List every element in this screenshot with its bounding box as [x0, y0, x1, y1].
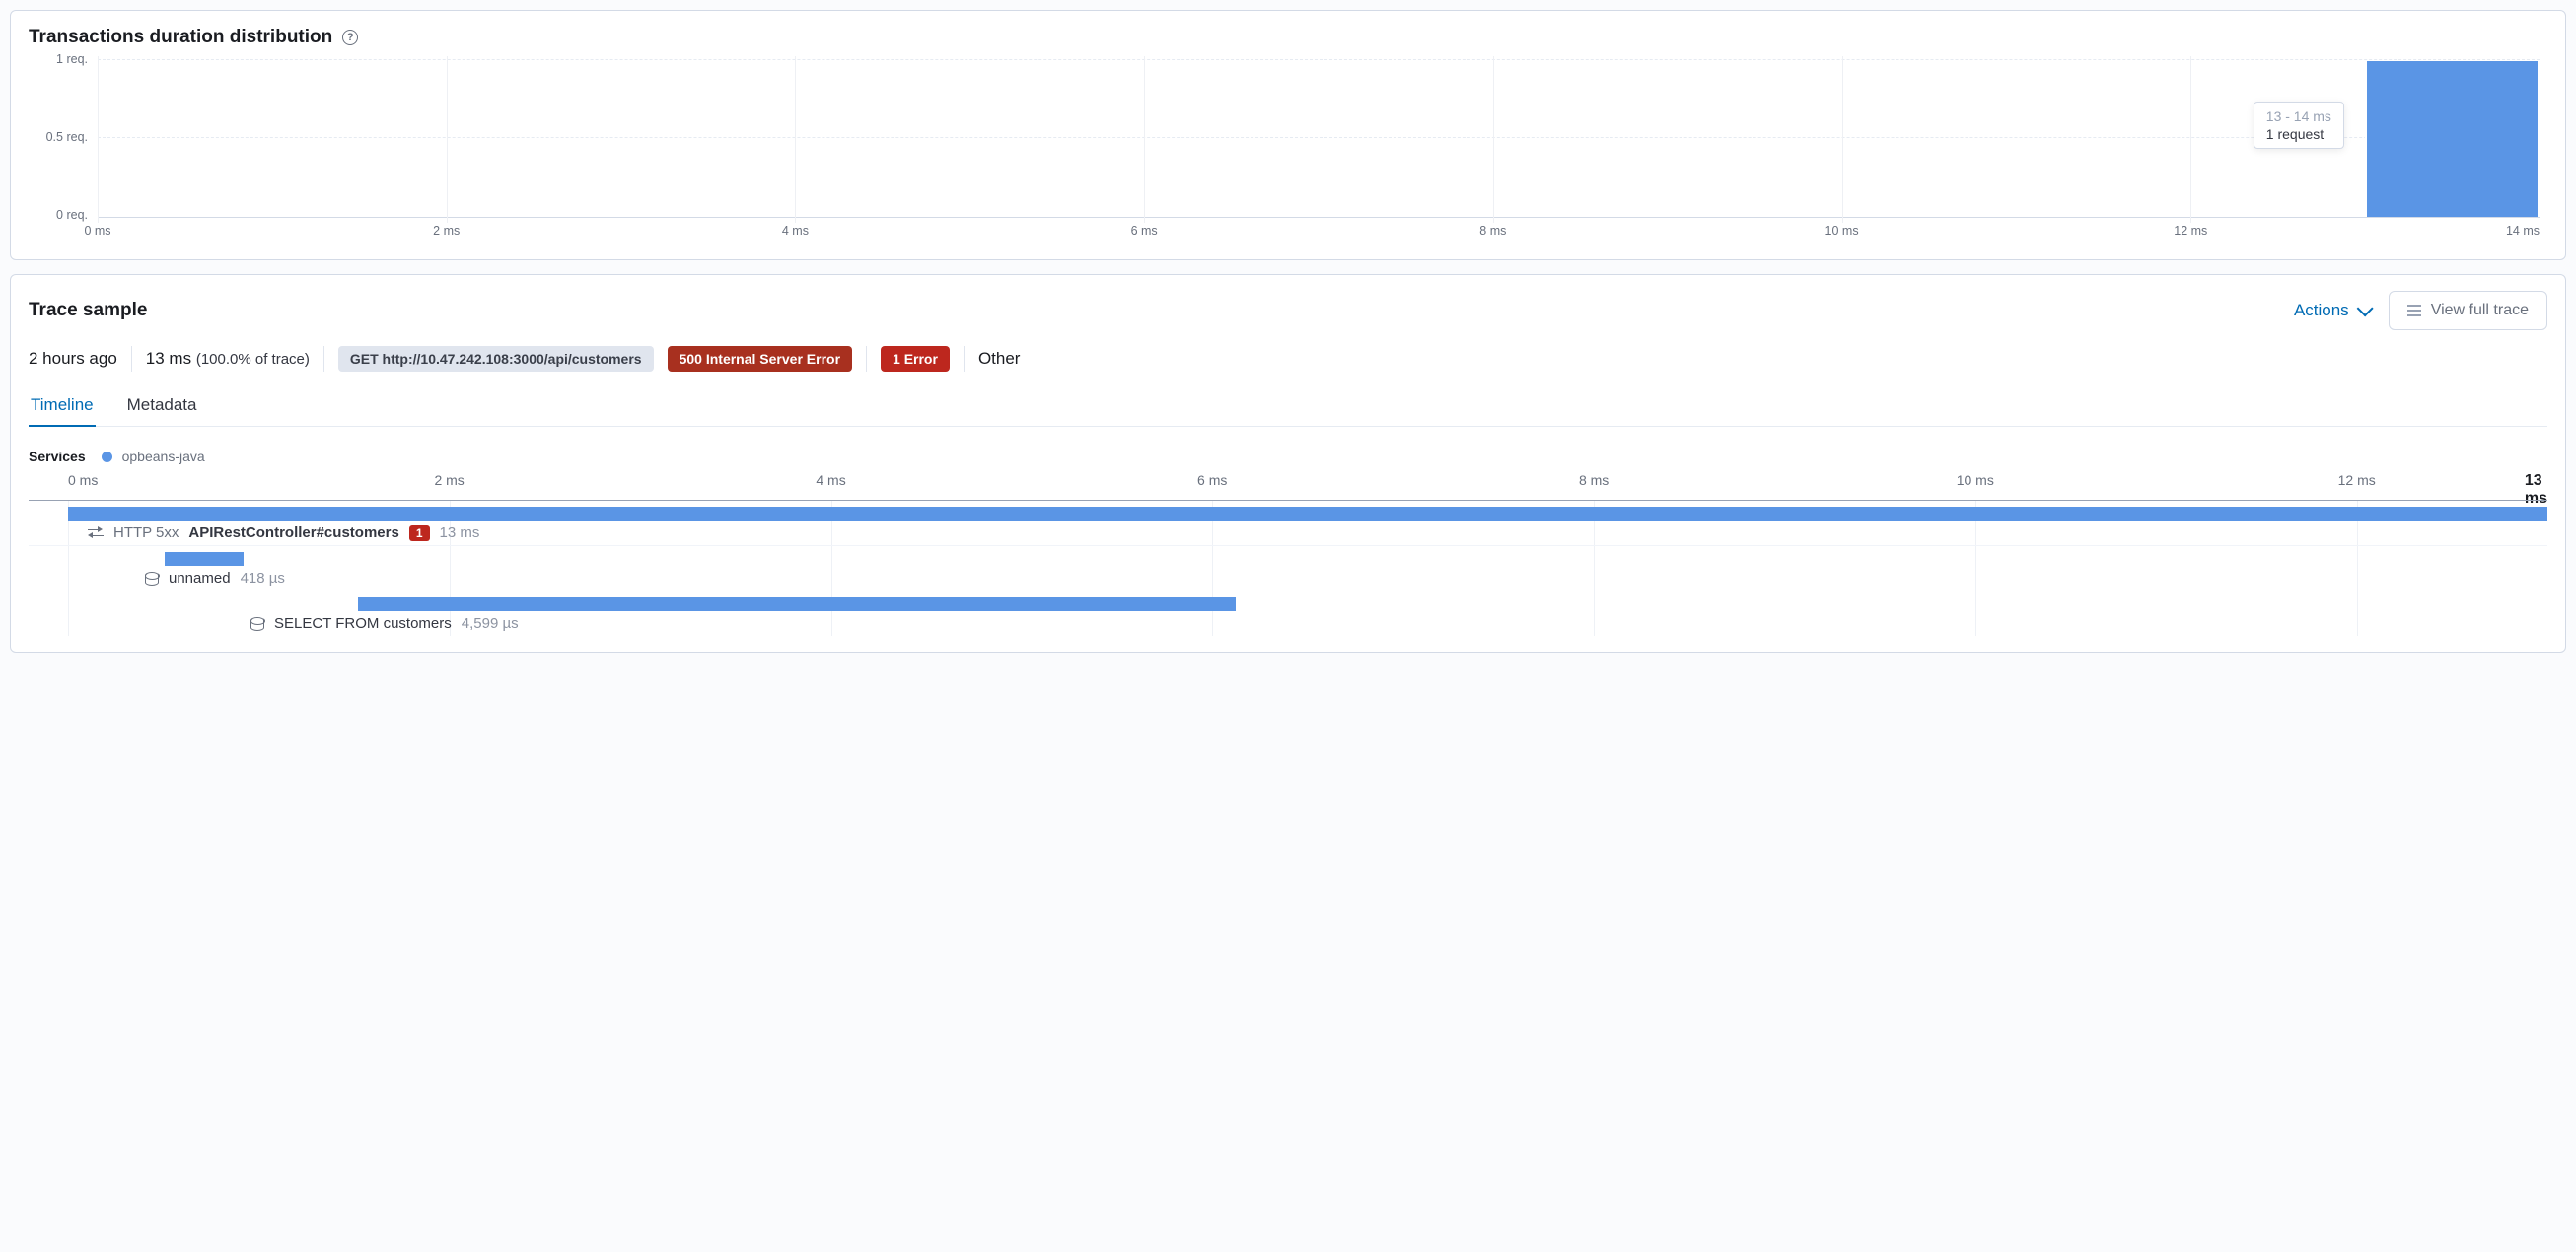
distribution-title-text: Transactions duration distribution [29, 27, 332, 48]
distribution-title: Transactions duration distribution ? [29, 27, 2547, 48]
span-row[interactable]: unnamed 418 µs [29, 545, 2547, 591]
database-icon [145, 572, 159, 586]
span-label: SELECT FROM customers 4,599 µs [29, 615, 2547, 632]
services-label: Services [29, 449, 86, 464]
x-tick: 8 ms [1479, 224, 1506, 238]
trace-latency-value: 13 ms [146, 349, 191, 368]
axis-tick: 2 ms [434, 472, 464, 488]
timeline-axis: 0 ms 2 ms 4 ms 6 ms 8 ms 10 ms 12 ms 13 … [68, 472, 2547, 496]
axis-tick: 0 ms [68, 472, 98, 488]
span-bar[interactable] [165, 552, 244, 566]
trace-sample-title: Trace sample [29, 300, 147, 321]
distribution-bar-13-14[interactable] [2365, 61, 2540, 217]
span-duration: 4,599 µs [462, 615, 519, 632]
axis-tick: 12 ms [2338, 472, 2376, 488]
distribution-plot-area: 13 - 14 ms 1 request [98, 56, 2540, 218]
x-tick: 12 ms [2174, 224, 2207, 238]
service-name: opbeans-java [122, 449, 205, 464]
distribution-y-axis: 1 req. 0.5 req. 0 req. [29, 56, 94, 218]
axis-tick: 4 ms [816, 472, 845, 488]
distribution-x-axis: 0 ms 2 ms 4 ms 6 ms 8 ms 10 ms 12 ms 14 … [98, 222, 2540, 243]
span-label: HTTP 5xx APIRestController#customers 1 13 m… [29, 524, 2547, 541]
x-tick: 4 ms [782, 224, 809, 238]
divider [323, 346, 324, 372]
status-badge: 500 Internal Server Error [668, 346, 852, 372]
database-icon [250, 617, 264, 631]
trace-summary: 2 hours ago 13 ms (100.0% of trace) GET … [29, 346, 2547, 372]
trace-sample-panel: Trace sample Actions View full trace 2 h… [10, 274, 2566, 653]
tab-metadata[interactable]: Metadata [125, 389, 199, 426]
tab-timeline[interactable]: Timeline [29, 389, 96, 427]
y-tick: 1 req. [56, 52, 88, 66]
span-row[interactable]: SELECT FROM customers 4,599 µs [29, 591, 2547, 636]
result-label: Other [978, 349, 1021, 369]
span-name: SELECT FROM customers [274, 615, 452, 632]
axis-tick: 10 ms [1957, 472, 1994, 488]
axis-tick: 8 ms [1579, 472, 1609, 488]
trace-age: 2 hours ago [29, 349, 117, 369]
span-bar[interactable] [68, 507, 2547, 521]
view-full-trace-label: View full trace [2431, 302, 2529, 319]
services-legend: Services opbeans-java [29, 449, 2547, 464]
tooltip-value: 1 request [2266, 126, 2331, 142]
view-full-trace-button[interactable]: View full trace [2389, 291, 2547, 330]
trace-tabs: Timeline Metadata [29, 389, 2547, 427]
span-row[interactable]: HTTP 5xx APIRestController#customers 1 13 m… [29, 501, 2547, 545]
distribution-tooltip: 13 - 14 ms 1 request [2254, 102, 2344, 149]
span-name: APIRestController#customers [188, 524, 398, 541]
span-duration: 418 µs [241, 570, 285, 587]
span-status: HTTP 5xx [113, 524, 179, 541]
span-duration: 13 ms [440, 524, 480, 541]
divider [866, 346, 867, 372]
timeline-body: HTTP 5xx APIRestController#customers 1 13 m… [29, 500, 2547, 636]
divider [131, 346, 132, 372]
chevron-down-icon [2356, 300, 2373, 316]
distribution-panel: Transactions duration distribution ? 1 r… [10, 10, 2566, 260]
tooltip-range: 13 - 14 ms [2266, 108, 2331, 124]
trace-latency-pct: (100.0% of trace) [196, 351, 310, 368]
y-tick: 0 req. [56, 208, 88, 222]
span-bar[interactable] [358, 597, 1236, 611]
axis-tick: 6 ms [1197, 472, 1227, 488]
x-tick: 2 ms [433, 224, 460, 238]
span-label: unnamed 418 µs [29, 570, 2547, 587]
span-name: unnamed [169, 570, 231, 587]
span-error-count-badge: 1 [409, 525, 430, 541]
x-tick: 10 ms [1825, 224, 1859, 238]
actions-dropdown[interactable]: Actions [2294, 301, 2369, 320]
list-icon [2407, 305, 2421, 316]
y-tick: 0.5 req. [46, 130, 88, 144]
x-tick: 14 ms [2506, 224, 2540, 238]
actions-label: Actions [2294, 301, 2349, 320]
trace-latency: 13 ms (100.0% of trace) [146, 349, 310, 369]
distribution-chart[interactable]: 1 req. 0.5 req. 0 req. 13 - 14 ms 1 requ… [29, 56, 2547, 243]
help-icon[interactable]: ? [342, 30, 358, 45]
x-tick: 0 ms [84, 224, 110, 238]
x-tick: 6 ms [1131, 224, 1158, 238]
service-color-dot [102, 452, 112, 462]
error-badge[interactable]: 1 Error [881, 346, 950, 372]
divider [964, 346, 965, 372]
request-badge: GET http://10.47.242.108:3000/api/custom… [338, 346, 654, 372]
http-icon [88, 526, 104, 540]
